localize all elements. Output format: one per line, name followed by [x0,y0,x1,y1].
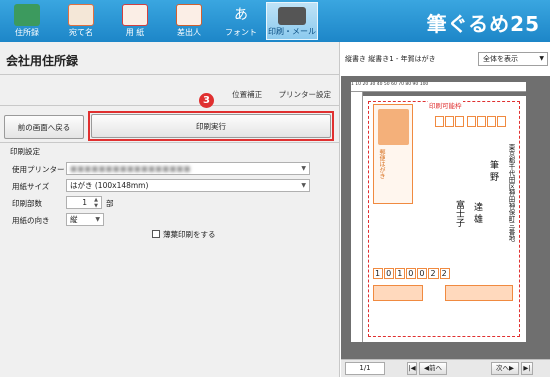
zip-digit: 0 [417,268,428,279]
tab-address-book[interactable]: 住所録 [2,2,52,40]
print-settings-label: 印刷設定 [10,147,40,156]
tab-sender-label: 差出人 [177,28,201,37]
page-indicator: 1/1 [345,362,385,375]
printer-settings-link[interactable]: プリンター設定 [279,90,332,99]
orientation-label: 用紙の向き [12,216,50,225]
lottery-box-right [445,285,513,301]
preview-title: 縦書き 縦書き1 - 年賀はがき [345,55,436,63]
divider [0,105,340,106]
divider [0,142,340,143]
lottery-box-left [373,285,423,301]
tab-addressee[interactable]: 宛て名 [56,2,106,40]
first-page-button[interactable]: |◀ [407,362,417,375]
printer-select[interactable]: ■■■■■■■■■■■■■■■■■ ▼ [66,162,310,175]
last-page-button[interactable]: ▶| [521,362,533,375]
chevron-right-icon: ▶ [509,364,514,372]
next-page-button[interactable]: 次へ▶ [491,362,519,375]
zip-digit: 1 [373,268,384,279]
printer-icon [278,7,306,25]
tab-print-mail[interactable]: 印刷・メール [266,2,318,40]
copies-label: 印刷部数 [12,199,42,208]
chevron-down-icon: ▼ [301,165,306,172]
next-label: 次へ [496,364,509,372]
print-settings-panel: 会社用住所録 位置補正 プリンター設定 前の画面へ戻る 印刷実行 3 印刷設定 … [0,42,340,377]
chevron-down-icon: ▼ [539,55,544,62]
sender-zip: 1010022 [373,268,451,279]
paper-size-label: 用紙サイズ [12,182,50,191]
prev-label: 前へ [429,364,442,372]
prev-page-button[interactable]: ◀前へ [419,362,447,375]
copies-stepper[interactable]: 1 ▲ ▼ [66,196,102,209]
thin-paper-checkbox[interactable] [152,230,160,238]
zip-digit: 0 [406,268,417,279]
page-title: 会社用住所録 [6,54,79,68]
recipient-zip-boxes [435,116,507,129]
zip-digit: 1 [395,268,406,279]
font-icon: あ [234,7,248,23]
ruler-horizontal: 1 10 20 30 40 50 60 70 80 90 100 [351,82,526,92]
stamp-label: 郵便はがき [378,149,385,179]
tab-font[interactable]: あ フォント [216,2,266,40]
preview-navigation: 1/1 |◀ ◀前へ 次へ▶ ▶| [341,359,550,377]
printer-label: 使用プリンター [12,165,65,174]
tab-paper[interactable]: 用 紙 [110,2,160,40]
zip-digit: 0 [384,268,395,279]
stamp-area: 郵便はがき [373,104,413,204]
ruler-numbers: 1 10 20 30 40 50 60 70 80 90 100 [351,82,429,87]
recipient-address: 東京都千代田区神田神保町三番地 [507,144,515,242]
bottom-stamp-boxes [373,282,515,304]
address-book-icon [14,4,40,26]
step-marker: 3 [199,93,214,108]
addressee-icon [68,4,94,26]
copies-unit: 部 [106,199,114,208]
main-toolbar: 住所録 宛て名 用 紙 差出人 あ フォント 印刷・メール 筆ぐるめ25 [0,0,550,42]
sender-icon [176,4,202,26]
recipient-family-name: 筆 野 [488,160,498,181]
recipient-second-name: 富士子 [454,200,464,227]
printable-area-label: 印刷可能枠 [428,100,463,110]
app-logo: 筆ぐるめ25 [426,12,540,36]
ruler-vertical [351,92,363,342]
preview-panel: 縦書き 縦書き1 - 年賀はがき 全体を表示 ▼ 1 10 20 30 40 5… [341,42,550,377]
copies-value: 1 [82,198,87,207]
orientation-value: 縦 [70,215,78,224]
thin-paper-label: 薄葉印刷をする [163,230,216,239]
stepper-arrows-icon[interactable]: ▲ ▼ [94,197,98,209]
zoom-value: 全体を表示 [483,55,518,63]
stamp-image [378,109,409,145]
tab-address-book-label: 住所録 [15,28,39,37]
tab-font-label: フォント [225,28,257,37]
sub-links: 位置補正 プリンター設定 [218,89,331,100]
zip-digit: 2 [439,268,450,279]
divider [0,74,340,75]
tab-sender[interactable]: 差出人 [164,2,214,40]
tab-addressee-label: 宛て名 [69,28,93,37]
zip-digit: 2 [428,268,439,279]
zoom-select[interactable]: 全体を表示 ▼ [478,52,548,66]
paper-icon [122,4,148,26]
print-button-highlight [88,111,334,141]
tab-paper-label: 用 紙 [125,28,145,37]
recipient-given-name: 達 雄 [472,202,482,223]
printer-value: ■■■■■■■■■■■■■■■■■ [70,164,191,173]
back-button[interactable]: 前の画面へ戻る [4,115,84,139]
chevron-down-icon: ▼ [95,216,100,223]
position-adjust-link[interactable]: 位置補正 [232,90,262,99]
orientation-select[interactable]: 縦 ▼ [66,213,104,226]
tab-print-mail-label: 印刷・メール [268,27,316,36]
paper-size-select[interactable]: はがき (100x148mm) ▼ [66,179,310,192]
chevron-down-icon: ▼ [301,182,306,189]
paper-size-value: はがき (100x148mm) [70,181,149,190]
